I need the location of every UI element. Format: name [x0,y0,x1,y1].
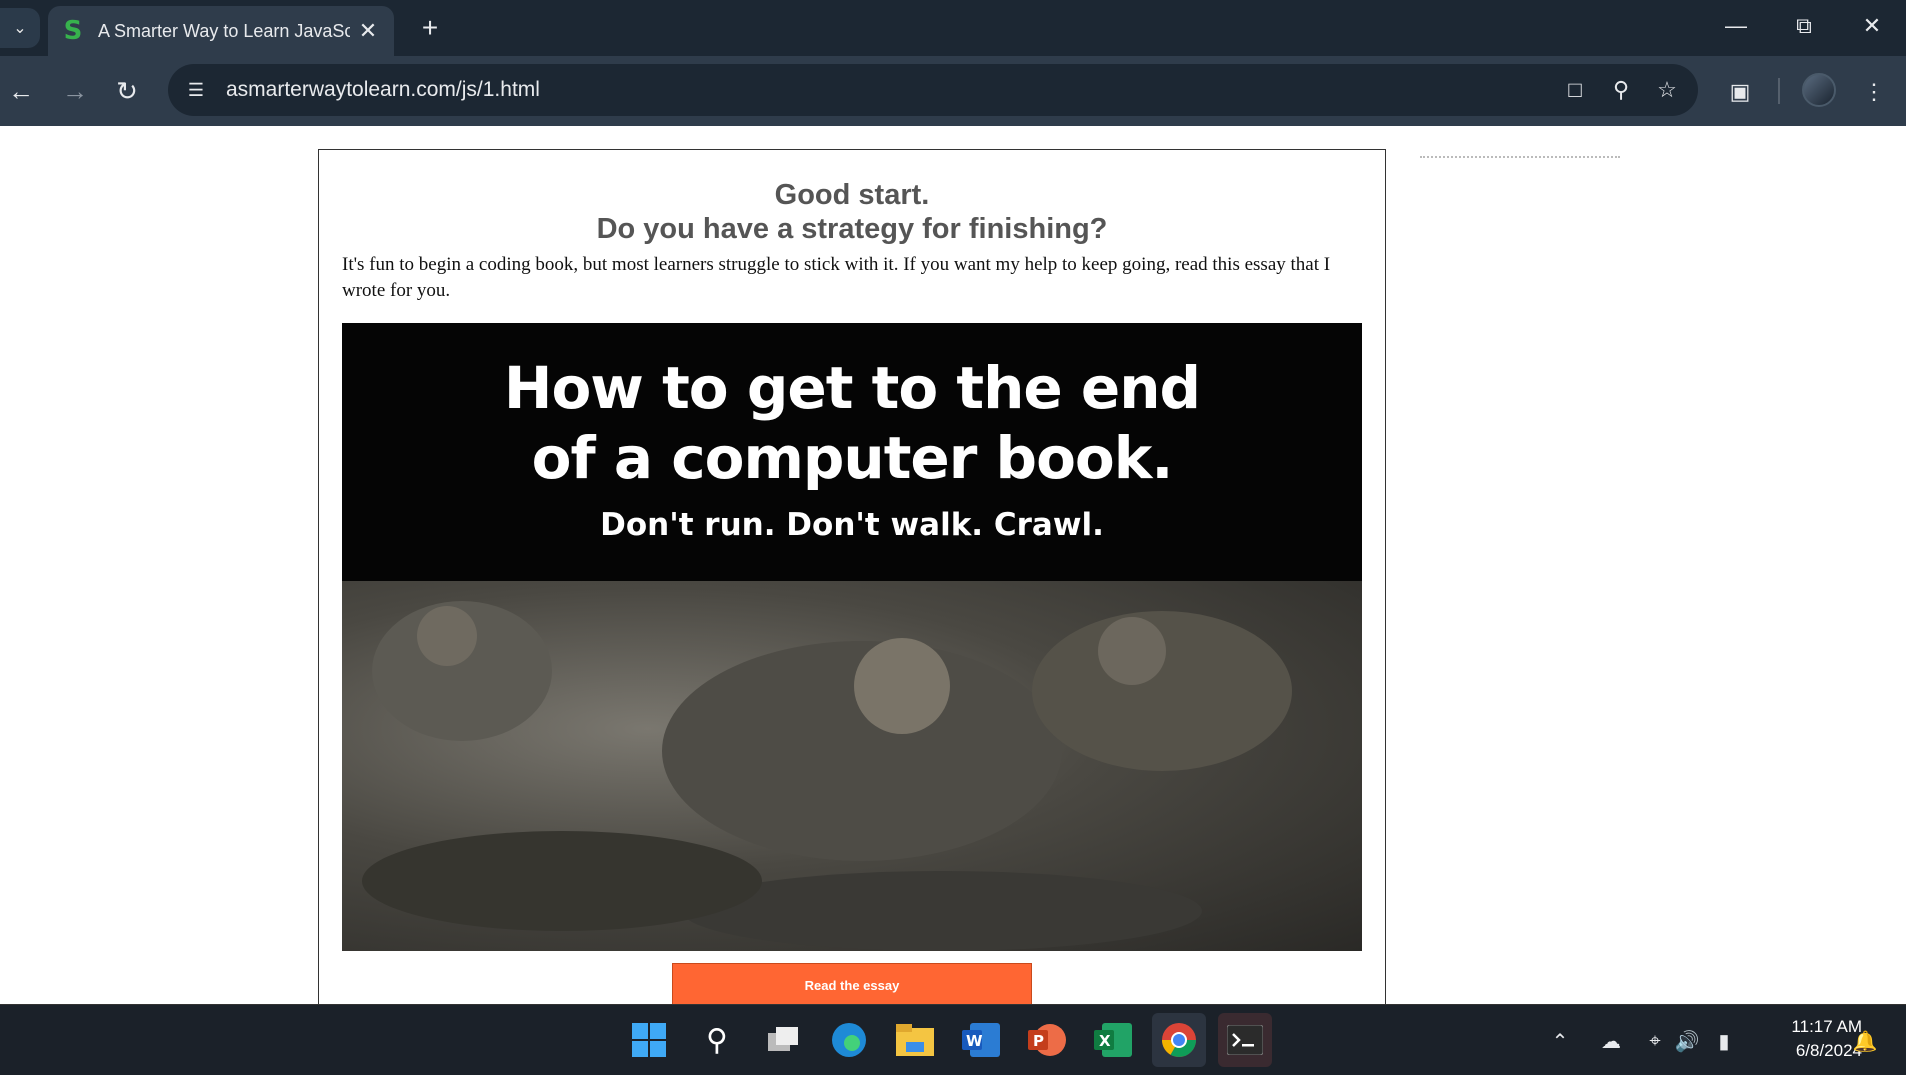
address-bar[interactable]: ☰ asmarterwaytolearn.com/js/1.html □ ⚲ ☆ [168,64,1698,116]
tab-strip: ⌄ S A Smarter Way to Learn JavaScr ✕ + —… [0,0,1906,56]
minimize-button[interactable]: — [1702,0,1770,52]
zoom-icon[interactable]: ⚲ [1598,67,1644,113]
chevron-down-icon: ⌄ [13,20,27,37]
new-tab-button[interactable]: + [410,8,450,48]
search-icon[interactable]: ⚲ [690,1013,744,1067]
page-heading: Good start. Do you have a strategy for f… [319,178,1385,246]
clock-date: 6/8/2024 [1795,1041,1862,1060]
extensions-icon[interactable]: ▣ [1718,70,1762,114]
promo-line-1: How to get to the end [503,354,1201,422]
crawling-people-photo [342,581,1362,951]
task-view-icon[interactable] [756,1013,810,1067]
site-info-icon[interactable]: ☰ [174,68,218,112]
terminal-icon[interactable] [1218,1013,1272,1067]
clock-time: 11:17 AM [1791,1017,1862,1036]
close-tab-icon[interactable]: ✕ [350,13,386,49]
battery-icon[interactable]: ▮ [1708,1023,1740,1059]
powerpoint-icon[interactable]: P [1020,1013,1074,1067]
tab-search-button[interactable]: ⌄ [0,8,40,48]
back-button[interactable]: ← [0,70,42,112]
volume-icon[interactable]: 🔊 [1672,1023,1702,1059]
svg-text:W: W [966,1032,983,1050]
reload-button[interactable]: ↻ [106,70,148,112]
profile-avatar[interactable] [1802,73,1836,107]
content-card: Good start. Do you have a strategy for f… [318,149,1386,1004]
bookmark-star-icon[interactable]: ☆ [1644,67,1690,113]
start-icon[interactable] [622,1013,676,1067]
excel-icon[interactable]: X [1086,1013,1140,1067]
system-clock[interactable]: 11:17 AM 6/8/2024 [1752,1015,1862,1063]
heading-line-2: Do you have a strategy for finishing? [596,213,1108,245]
wifi-icon[interactable]: ⌖ [1640,1023,1670,1059]
browser-toolbar: ← → ↻ ☰ asmarterwaytolearn.com/js/1.html… [0,56,1906,126]
windows-taskbar: ⚲ W P X ⌃ ☁ ⌖ 🔊 ▮ 11:17 AM 6/8/2024 🔔 [0,1004,1906,1075]
tab-active[interactable]: S A Smarter Way to Learn JavaScr ✕ [48,6,394,56]
sidebar-divider [1420,156,1620,158]
intro-text: It's fun to begin a coding book, but mos… [342,254,1331,301]
page-viewport: Good start. Do you have a strategy for f… [0,126,1906,1004]
onedrive-icon[interactable]: ☁ [1594,1023,1628,1059]
svg-text:X: X [1099,1032,1111,1050]
notification-bell-icon[interactable]: 🔔 [1850,1023,1880,1059]
edge-icon[interactable] [822,1013,876,1067]
show-hidden-icons-icon[interactable]: ⌃ [1546,1023,1574,1059]
restore-button[interactable]: ⧉ [1770,0,1838,52]
close-window-button[interactable]: ✕ [1838,0,1906,52]
read-essay-button[interactable]: Read the essay [672,963,1032,1004]
url-text[interactable]: asmarterwaytolearn.com/js/1.html [226,78,1552,102]
tab-title: A Smarter Way to Learn JavaScr [98,20,350,41]
forward-button[interactable]: → [54,70,96,112]
svg-text:P: P [1033,1032,1044,1050]
no-cast-icon[interactable]: □ [1552,67,1598,113]
file-explorer-icon[interactable] [888,1013,942,1067]
promo-line-2: of a computer book. [531,424,1174,492]
chrome-icon[interactable] [1152,1013,1206,1067]
essay-promo-image[interactable]: How to get to the end of a computer book… [342,323,1362,951]
mud-scene-illustration [362,601,1292,951]
promo-tagline: Don't run. Don't walk. Crawl. [600,507,1104,543]
heading-line-1: Good start. [774,179,930,211]
menu-icon[interactable]: ⋮ [1852,70,1896,114]
favicon: S [63,16,83,46]
toolbar-divider [1778,78,1780,104]
promo-title: How to get to the end of a computer book… [342,353,1362,493]
word-icon[interactable]: W [954,1013,1008,1067]
